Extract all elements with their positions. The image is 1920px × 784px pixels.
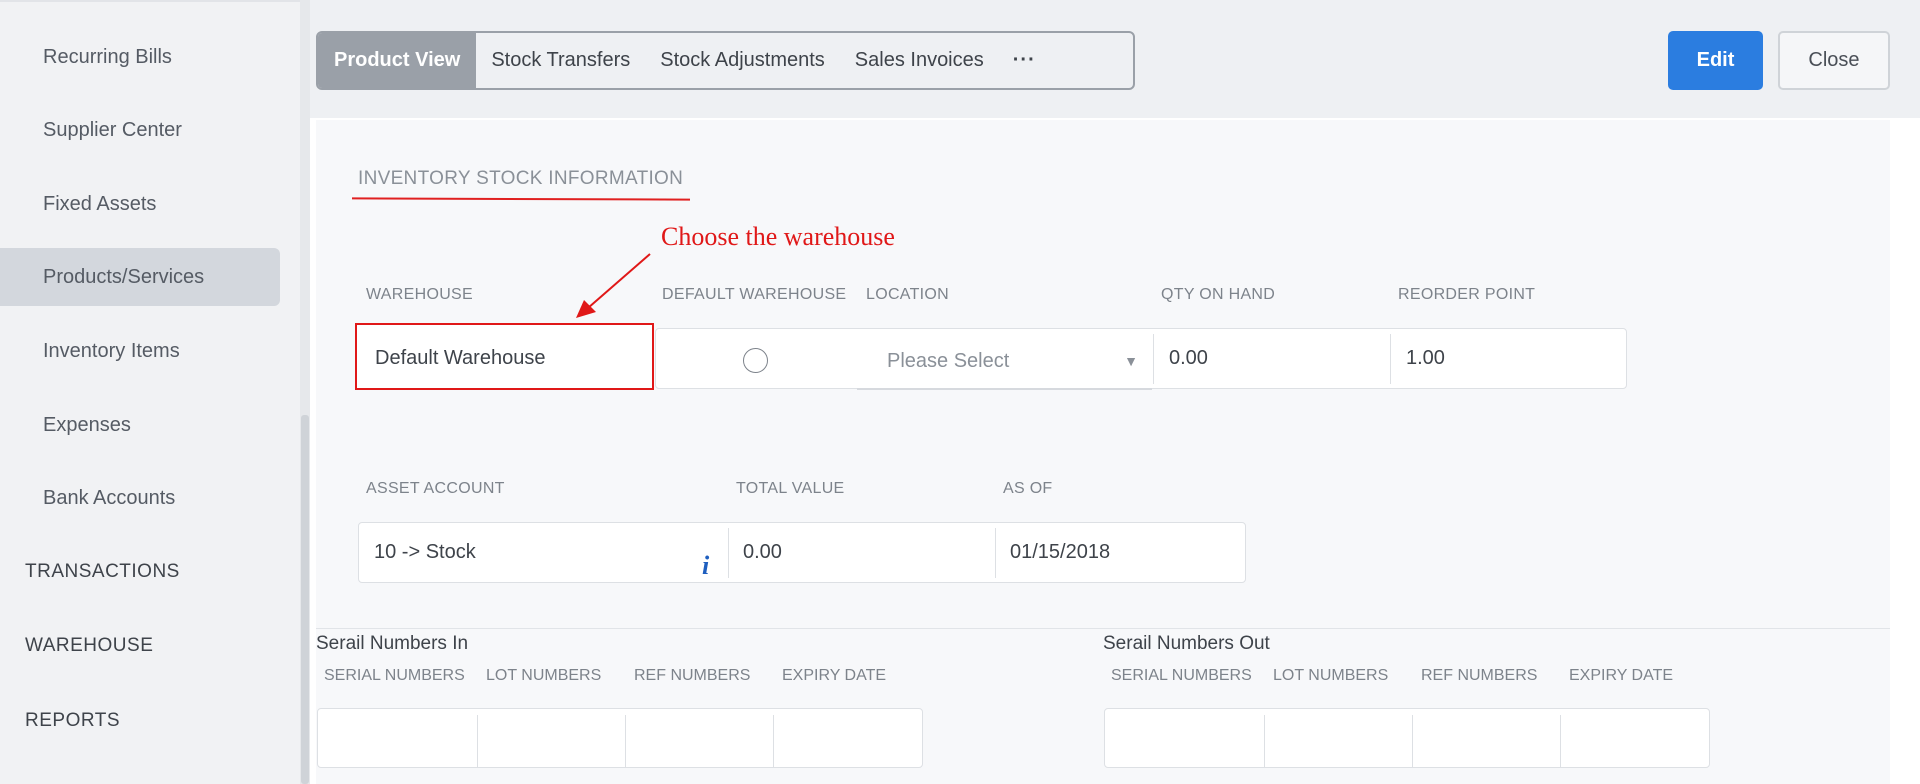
cell-separator [625,715,626,768]
close-button[interactable]: Close [1778,31,1890,90]
sidebar-item-inventory-items[interactable]: Inventory Items [0,322,280,380]
sidebar-top-border [0,0,310,2]
sidebar-section-transactions[interactable]: TRANSACTIONS [0,552,280,592]
sidebar-item-fixed-assets[interactable]: Fixed Assets [0,175,280,233]
col-label-total-value: TOTAL VALUE [736,480,845,497]
tab-stock-adjustments[interactable]: Stock Adjustments [645,33,840,88]
col-label-warehouse: WAREHOUSE [366,286,474,303]
sidebar-section-reports[interactable]: REPORTS [0,701,280,741]
info-icon[interactable]: i [702,551,709,581]
sidebar-item-products-services[interactable]: Products/Services [0,248,280,306]
cell-separator [1264,715,1265,768]
sidebar-item-supplier-center[interactable]: Supplier Center [0,101,280,159]
as-of-date-field[interactable]: 01/15/2018 [1010,541,1110,564]
tab-stock-transfers[interactable]: Stock Transfers [476,33,645,88]
serials-in-title: Serail Numbers In [316,633,469,654]
cell-separator [1153,334,1154,384]
chevron-down-icon: ▼ [1124,353,1138,369]
cell-separator [773,715,774,768]
serials-in-row[interactable] [317,708,923,768]
annotation-text: Choose the warehouse [661,222,895,251]
asset-account-field[interactable]: 10 -> Stock [374,541,476,564]
cell-separator [1390,334,1391,384]
serials-in-col-expiry: EXPIRY DATE [782,667,887,684]
section-title: INVENTORY STOCK INFORMATION [358,168,684,189]
location-select[interactable]: Please Select ▼ [857,333,1152,390]
cell-separator [477,715,478,768]
edit-button[interactable]: Edit [1668,31,1763,90]
serials-out-title: Serail Numbers Out [1103,633,1270,654]
warehouse-value: Default Warehouse [375,347,546,369]
default-warehouse-radio[interactable] [743,348,768,373]
cell-separator [728,528,729,578]
qty-on-hand-field[interactable]: 0.00 [1169,347,1208,370]
cell-separator [1560,715,1561,768]
serials-out-row[interactable] [1104,708,1710,768]
col-label-reorder-point: REORDER POINT [1398,286,1536,303]
serials-in-col-ref: REF NUMBERS [634,667,751,684]
sidebar-item-recurring-bills[interactable]: Recurring Bills [0,28,280,86]
col-label-default-warehouse: DEFAULT WAREHOUSE [662,286,847,303]
account-row [358,522,1246,583]
col-label-as-of: AS OF [1003,480,1053,497]
serials-out-col-serial: SERIAL NUMBERS [1111,667,1252,684]
sidebar-item-expenses[interactable]: Expenses [0,396,280,454]
sidebar-section-warehouse[interactable]: WAREHOUSE [0,626,280,666]
tab-product-view[interactable]: Product View [318,33,477,88]
serials-out-col-expiry: EXPIRY DATE [1569,667,1674,684]
col-label-qty-on-hand: QTY ON HAND [1161,286,1276,303]
sidebar-item-bank-accounts[interactable]: Bank Accounts [0,469,280,527]
cell-separator [1412,715,1413,768]
annotation-arrow-icon [576,253,651,318]
serials-in-col-serial: SERIAL NUMBERS [324,667,465,684]
location-select-placeholder: Please Select [887,350,1010,372]
cell-separator [995,528,996,578]
tab-sales-invoices[interactable]: Sales Invoices [840,33,999,88]
serials-out-col-lot: LOT NUMBERS [1273,667,1389,684]
reorder-point-field[interactable]: 1.00 [1406,347,1445,370]
serials-out-col-ref: REF NUMBERS [1421,667,1538,684]
total-value-field[interactable]: 0.00 [743,541,782,564]
sidebar-scrollbar-thumb[interactable] [301,415,309,784]
serials-in-col-lot: LOT NUMBERS [486,667,602,684]
tab-bar: Product View Stock Transfers Stock Adjus… [316,31,1135,90]
tab-more-icon[interactable]: ··· [999,33,1050,88]
col-label-asset-account: ASSET ACCOUNT [366,480,505,497]
section-divider [316,628,1890,629]
col-label-location: LOCATION [866,286,950,303]
